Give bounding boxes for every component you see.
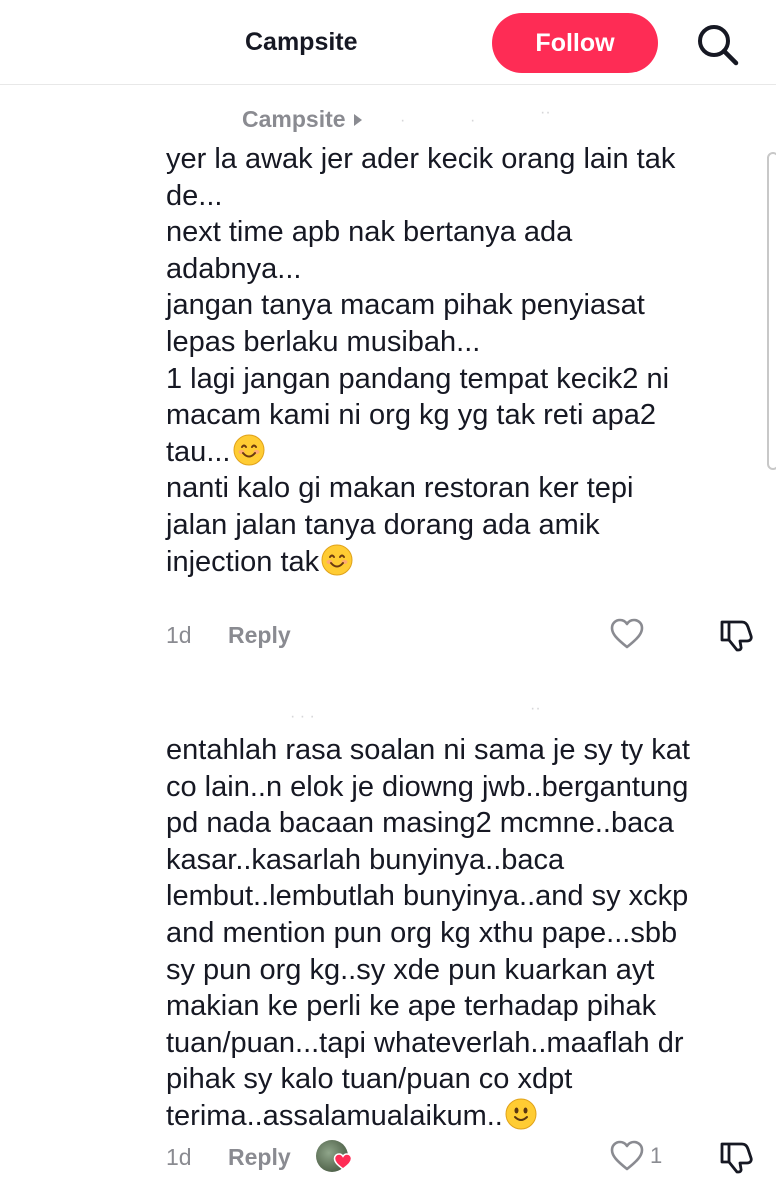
comment-line: tuan/puan...tapi whateverlah..maaflah dr bbox=[166, 1026, 684, 1059]
comment-line: pd nada bacaan masing2 mcmne..baca bbox=[166, 807, 674, 840]
reply-button[interactable]: Reply bbox=[228, 1144, 291, 1171]
comment-line: jalan jalan tanya dorang ada amik bbox=[166, 508, 600, 541]
follow-button[interactable]: Follow bbox=[492, 13, 658, 73]
faint-artifact: ·· bbox=[540, 104, 551, 121]
slight-smile-emoji bbox=[505, 1098, 537, 1130]
heart-outline-icon[interactable] bbox=[610, 1140, 644, 1172]
comment-line: jangan tanya macam pihak penyiasat bbox=[166, 289, 645, 322]
comment-time: 1d bbox=[166, 622, 192, 648]
comment-line: 1 lagi jangan pandang tempat kecik2 ni bbox=[166, 362, 670, 395]
comment-line: lembut..lembutlah bunyinya..and sy xckp bbox=[166, 880, 689, 913]
comment-line: tau... bbox=[166, 434, 766, 471]
dislike-icon[interactable] bbox=[718, 618, 754, 652]
like-count: 1 bbox=[650, 1143, 663, 1168]
comment-line: de... bbox=[166, 179, 223, 212]
faint-artifact: · · · bbox=[290, 708, 315, 725]
comment-line: yer la awak jer ader kecik orang lain ta… bbox=[166, 143, 676, 175]
comment-line: co lain..n elok je diowng jwb..bergantun… bbox=[166, 770, 689, 803]
comment-text: entahlah rasa soalan ni sama je sy ty ka… bbox=[166, 732, 766, 1135]
faint-artifact: · bbox=[400, 112, 406, 129]
dislike-icon[interactable] bbox=[718, 1140, 754, 1174]
reply-to-author[interactable]: Campsite bbox=[242, 106, 346, 133]
account-title[interactable]: Campsite bbox=[245, 28, 358, 57]
heart-outline-icon[interactable] bbox=[610, 618, 644, 650]
comment-time: 1d bbox=[166, 1144, 192, 1170]
reply-button[interactable]: Reply bbox=[228, 622, 291, 649]
faint-artifact: ·· bbox=[530, 700, 541, 717]
smiling-emoji bbox=[233, 434, 264, 466]
play-arrow-icon bbox=[353, 113, 362, 126]
comment-line: injection tak bbox=[166, 544, 766, 581]
comment-line: next time apb nak bertanya ada bbox=[166, 216, 573, 249]
comment-meta: 1d Reply bbox=[166, 1144, 291, 1171]
comment-line: kasar..kasarlah bunyinya..baca bbox=[166, 843, 565, 876]
comment-line: entahlah rasa soalan ni sama je sy ty ka… bbox=[166, 734, 690, 766]
comment-meta: 1d Reply bbox=[166, 622, 291, 649]
comment-line: pihak sy kalo tuan/puan co xdpt bbox=[166, 1063, 573, 1096]
heart-filled-icon bbox=[333, 1153, 353, 1170]
comment-line: lepas berlaku musibah... bbox=[166, 325, 481, 358]
comment-line: terima..assalamualaikum.. bbox=[166, 1098, 766, 1135]
smiling-emoji bbox=[321, 544, 353, 576]
comment-line: nanti kalo gi makan restoran ker tepi bbox=[166, 472, 634, 505]
comment-line: makian ke perli ke ape terhadap pihak bbox=[166, 990, 657, 1023]
comment-line: adabnya... bbox=[166, 252, 302, 285]
search-icon[interactable] bbox=[695, 22, 739, 66]
comment-text: yer la awak jer ader kecik orang lain ta… bbox=[166, 141, 766, 580]
comment-line: macam kami ni org kg yg tak reti apa2 bbox=[166, 399, 656, 432]
scrollbar[interactable] bbox=[767, 152, 776, 470]
comment-line: and mention pun org kg xthu pape...sbb bbox=[166, 916, 678, 949]
top-bar: Campsite Follow bbox=[0, 0, 776, 85]
reply-to-header[interactable]: Campsite bbox=[242, 106, 362, 133]
faint-artifact: · bbox=[470, 112, 476, 129]
like-control[interactable]: 1 bbox=[610, 1140, 662, 1172]
comment-line: sy pun org kg..sy xde pun kuarkan ayt bbox=[166, 953, 655, 986]
